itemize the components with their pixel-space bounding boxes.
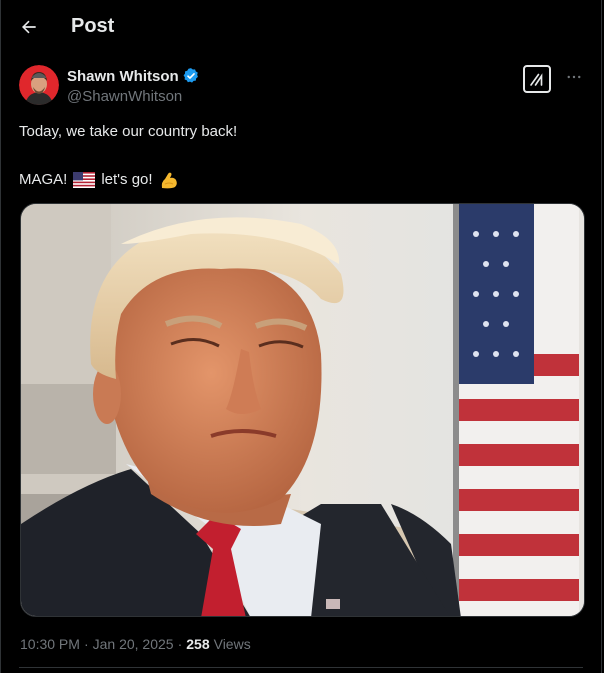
- author-names: Shawn Whitson @ShawnWhitson: [67, 65, 200, 105]
- views-count: 258: [186, 636, 210, 652]
- post-image[interactable]: [20, 203, 585, 617]
- grok-icon: [530, 73, 543, 86]
- post-date[interactable]: Jan 20, 2025: [93, 636, 174, 652]
- more-horizontal-icon: [567, 75, 581, 78]
- arrow-left-icon: [22, 20, 36, 33]
- author-handle[interactable]: @ShawnWhitson: [67, 88, 200, 105]
- meta-separator: ·: [177, 636, 183, 652]
- back-button[interactable]: [15, 13, 43, 41]
- more-options-button[interactable]: [565, 68, 583, 91]
- post-page: Post Shawn Whitson @ShawnWhitson Today, …: [0, 0, 602, 673]
- us-flag-emoji: [73, 172, 96, 188]
- views-label: Views: [213, 636, 251, 652]
- divider: [19, 667, 583, 668]
- author-row: Shawn Whitson @ShawnWhitson: [1, 53, 601, 109]
- post-text-line-2: MAGA! let's go!: [19, 170, 583, 190]
- meta-separator: ·: [83, 636, 89, 652]
- page-header: Post: [1, 0, 601, 53]
- post-actions-top: [523, 65, 583, 93]
- post-text-line-1: Today, we take our country back!: [19, 123, 238, 140]
- post-time[interactable]: 10:30 PM: [20, 636, 80, 652]
- avatar[interactable]: [19, 65, 59, 105]
- flexed-biceps-emoji: [159, 170, 179, 190]
- author-display-name[interactable]: Shawn Whitson: [67, 68, 179, 85]
- grok-button[interactable]: [523, 65, 551, 93]
- page-title: Post: [71, 15, 115, 37]
- post-text: Today, we take our country back! MAGA! l…: [1, 109, 601, 190]
- post-meta: 10:30 PM · Jan 20, 2025 · 258 Views: [20, 636, 251, 652]
- verified-badge-icon[interactable]: [182, 67, 200, 85]
